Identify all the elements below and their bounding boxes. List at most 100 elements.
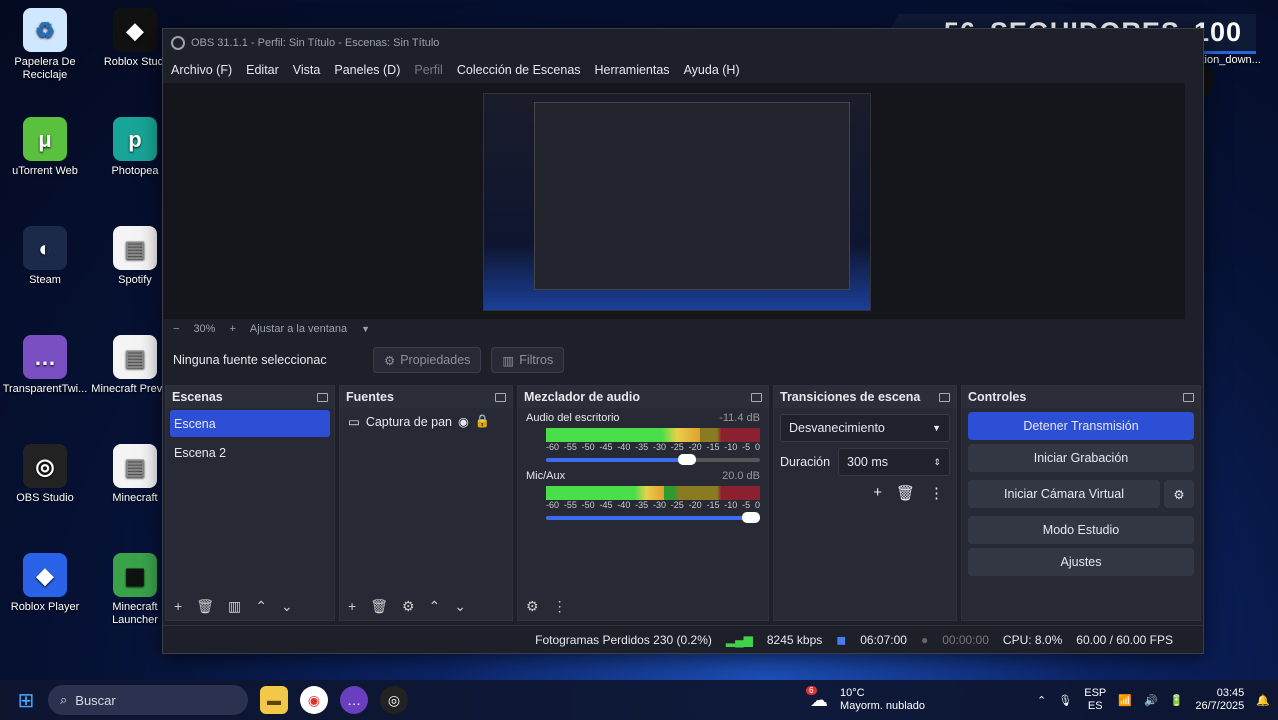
roblox-studio-icon: ◆ bbox=[113, 8, 157, 52]
properties-button[interactable]: ⚙ Propiedades bbox=[373, 347, 482, 373]
add-icon[interactable]: + bbox=[348, 598, 356, 614]
desktop-icon[interactable]: ◎ OBS Studio bbox=[0, 444, 90, 505]
properties-label: Propiedades bbox=[400, 353, 471, 367]
gear-icon[interactable]: ⚙ bbox=[1164, 480, 1194, 508]
virtual-cam-row: Iniciar Cámara Virtual ⚙ bbox=[962, 476, 1200, 512]
settings-button[interactable]: Ajustes bbox=[968, 548, 1194, 576]
desktop-icon[interactable]: μ uTorrent Web bbox=[0, 117, 90, 178]
add-icon[interactable]: + bbox=[174, 598, 182, 614]
zoom-in-button[interactable]: + bbox=[229, 323, 235, 335]
lang-primary: ESP bbox=[1084, 687, 1107, 699]
chat-icon: … bbox=[23, 335, 67, 379]
float-icon[interactable] bbox=[1183, 392, 1194, 402]
volume-slider[interactable] bbox=[546, 512, 760, 523]
preview-area[interactable] bbox=[163, 83, 1185, 319]
chevron-down-icon[interactable]: ⌄ bbox=[454, 598, 466, 615]
wifi-icon[interactable]: 📶 bbox=[1118, 694, 1132, 707]
battery-icon[interactable]: 🔋 bbox=[1170, 694, 1184, 707]
chevron-up-icon[interactable]: ⌃ bbox=[429, 598, 441, 615]
mic-icon[interactable]: 🎙 bbox=[1058, 694, 1072, 707]
volume-slider[interactable] bbox=[546, 454, 760, 465]
meter-tick: -10 bbox=[724, 500, 738, 510]
obs-logo-icon bbox=[171, 36, 185, 50]
obs-taskbar-icon[interactable]: ◎ bbox=[380, 686, 408, 714]
volume-knob[interactable] bbox=[677, 454, 696, 465]
more-icon[interactable]: ⋮ bbox=[553, 598, 567, 615]
volume-knob[interactable] bbox=[742, 512, 760, 523]
volume-fill bbox=[546, 516, 760, 520]
float-icon[interactable] bbox=[751, 392, 762, 402]
more-icon[interactable]: ⋮ bbox=[929, 484, 944, 502]
stop-stream-button[interactable]: Detener Transmisión bbox=[968, 412, 1194, 440]
filters-button[interactable]: ▥ Filtros bbox=[491, 347, 565, 373]
meter-tick: -50 bbox=[581, 442, 595, 452]
float-icon[interactable] bbox=[939, 392, 950, 402]
menubar: Archivo (F) Editar Vista Paneles (D) Perfil C… bbox=[163, 57, 1203, 83]
desktop-icon-label: uTorrent Web bbox=[12, 165, 78, 177]
meter-tick: 0 bbox=[754, 442, 760, 452]
lock-icon[interactable]: 🔒 bbox=[475, 414, 491, 429]
chevron-up-icon[interactable]: ⌃ bbox=[1037, 694, 1046, 707]
menu-item[interactable]: Ayuda (H) bbox=[684, 63, 740, 77]
menu-item[interactable]: Paneles (D) bbox=[334, 63, 400, 77]
duration-row: Duración 300 ms ⇕ bbox=[774, 448, 956, 476]
eye-icon[interactable]: ◉ bbox=[458, 414, 469, 429]
zoom-out-button[interactable]: − bbox=[173, 323, 179, 335]
weather-text[interactable]: 10°C Mayorm. nublado bbox=[840, 687, 925, 713]
studio-mode-button[interactable]: Modo Estudio bbox=[968, 516, 1194, 544]
file-icon: ▤ bbox=[113, 335, 157, 379]
desktop-icon[interactable]: ◆ Roblox Player bbox=[0, 553, 90, 614]
scene-label: Escena 2 bbox=[174, 445, 227, 460]
float-icon[interactable] bbox=[317, 392, 328, 402]
channel-db: 20.0 dB bbox=[722, 470, 760, 482]
taskbar: ⊞ ⌕ Buscar ▬ ◉ … ◎ ☁ 6 10°C Mayorm. nubla… bbox=[0, 680, 1278, 720]
trash-icon[interactable]: 🗑 bbox=[896, 484, 915, 502]
gear-icon[interactable]: ⚙ bbox=[526, 598, 539, 615]
filters-label: Filtros bbox=[519, 353, 554, 367]
level-meter-fill bbox=[546, 486, 664, 500]
desktop-partial-icon-label[interactable]: ktion_down... bbox=[1196, 54, 1278, 67]
menu-item[interactable]: Perfil bbox=[414, 63, 442, 77]
float-icon[interactable] bbox=[495, 392, 506, 402]
trash-icon[interactable]: 🗑 bbox=[370, 598, 388, 615]
file-explorer-icon[interactable]: ▬ bbox=[260, 686, 288, 714]
scene-item[interactable]: Escena 2 bbox=[170, 439, 330, 466]
virtual-camera-button[interactable]: Iniciar Cámara Virtual bbox=[968, 480, 1160, 508]
menu-item[interactable]: Archivo (F) bbox=[171, 63, 232, 77]
desktop-icon[interactable]: … TransparentTwi... bbox=[0, 335, 90, 396]
scene-item[interactable]: Escena bbox=[170, 410, 330, 437]
chevron-down-icon[interactable]: ⌄ bbox=[281, 598, 293, 615]
menu-item[interactable]: Colección de Escenas bbox=[457, 63, 581, 77]
speaker-icon[interactable]: 🔊 bbox=[1144, 694, 1158, 707]
chevron-up-icon[interactable]: ⌃ bbox=[255, 598, 267, 615]
clock-time: 03:45 bbox=[1216, 687, 1245, 699]
source-item[interactable]: ▭ Captura de pan ◉ 🔒 bbox=[340, 408, 512, 435]
fit-window-select[interactable]: Ajustar a la ventana bbox=[250, 323, 347, 335]
windows-start-icon[interactable]: ⊞ bbox=[12, 686, 40, 714]
taskbar-search[interactable]: ⌕ Buscar bbox=[48, 685, 248, 715]
stream-preview[interactable] bbox=[483, 93, 871, 311]
notification-icon[interactable]: 🔔 bbox=[1256, 694, 1270, 707]
spin-icon[interactable]: ⇕ bbox=[933, 457, 941, 468]
menu-item[interactable]: Editar bbox=[246, 63, 279, 77]
trash-icon[interactable]: 🗑 bbox=[196, 598, 214, 615]
channel-db: -11.4 dB bbox=[719, 412, 760, 424]
add-icon[interactable]: + bbox=[873, 484, 882, 502]
stream-icon: ◼ bbox=[836, 632, 847, 647]
chevron-down-icon[interactable]: ▼ bbox=[361, 324, 370, 334]
desktop-icon[interactable]: ◐ Steam bbox=[0, 226, 90, 287]
desktop-icon[interactable]: ♻ Papelera De Reciclaje bbox=[0, 8, 90, 82]
gear-icon[interactable]: ⚙ bbox=[402, 598, 415, 615]
duration-spinbox[interactable]: 300 ms ⇕ bbox=[838, 448, 950, 476]
menu-item[interactable]: Vista bbox=[293, 63, 321, 77]
level-meter-fill bbox=[546, 428, 701, 442]
clock[interactable]: 03:45 26/7/2025 bbox=[1195, 687, 1244, 713]
transition-select[interactable]: Desvanecimiento ▼ bbox=[780, 414, 950, 442]
filter-icon[interactable]: ▥ bbox=[228, 598, 241, 615]
weather-icon[interactable]: ☁ 6 bbox=[806, 685, 828, 711]
language-indicator[interactable]: ESP ES bbox=[1084, 687, 1106, 713]
chrome-icon[interactable]: ◉ bbox=[300, 686, 328, 714]
menu-item[interactable]: Herramientas bbox=[595, 63, 670, 77]
chat-app-icon[interactable]: … bbox=[340, 686, 368, 714]
start-recording-button[interactable]: Iniciar Grabación bbox=[968, 444, 1194, 472]
